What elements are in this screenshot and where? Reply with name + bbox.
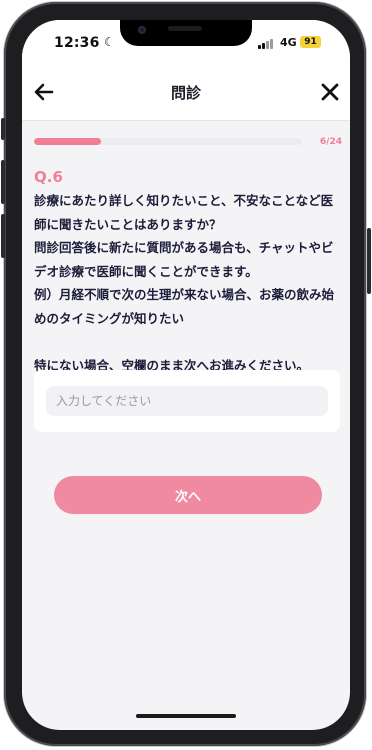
question-line: デオ診療で医師に聞くことができます。 (34, 263, 258, 279)
question-line-blank (34, 331, 340, 355)
camera (138, 26, 146, 34)
signal-icon (258, 38, 274, 49)
question-line: 問診回答後に新たに質問がある場合も、チャットやビ (34, 240, 334, 256)
close-icon[interactable] (318, 80, 342, 104)
volume-down-button (1, 214, 5, 258)
answer-input[interactable] (46, 386, 328, 416)
speaker (168, 26, 202, 31)
progress-fill (34, 138, 101, 145)
next-button[interactable]: 次へ (54, 476, 322, 514)
answer-card (34, 370, 340, 432)
screen: 12:36 ☾ 4G 91 問診 6/24 Q.6 診療にあたり詳しく知りたいこ… (22, 20, 350, 730)
home-indicator (136, 714, 236, 718)
moon-icon: ☾ (104, 35, 115, 49)
status-time: 12:36 (54, 35, 100, 51)
nav-bar: 問診 (22, 64, 350, 121)
battery-icon: 91 (300, 36, 321, 48)
progress-bar (34, 138, 302, 145)
progress-text: 6/24 (319, 137, 342, 147)
question-text: 診療にあたり詳しく知りたいこと、不安なことなど医 師に聞きたいことはありますか？… (34, 189, 340, 378)
question-line: 師に聞きたいことはありますか？ (34, 216, 222, 232)
question-line: 例）月経不順で次の生理が来ない場合、お薬の飲み始 (34, 287, 335, 303)
network-type: 4G (280, 36, 297, 49)
question-line: めのタイミングが知りたい (34, 310, 185, 326)
power-button (367, 228, 371, 294)
volume-up-button (1, 160, 5, 204)
notch (120, 20, 252, 46)
question-line: 診療にあたり詳しく知りたいこと、不安なことなど医 (34, 193, 334, 208)
silent-switch (1, 118, 5, 140)
page-title: 問診 (170, 84, 201, 102)
question-number: Q.6 (34, 168, 63, 186)
